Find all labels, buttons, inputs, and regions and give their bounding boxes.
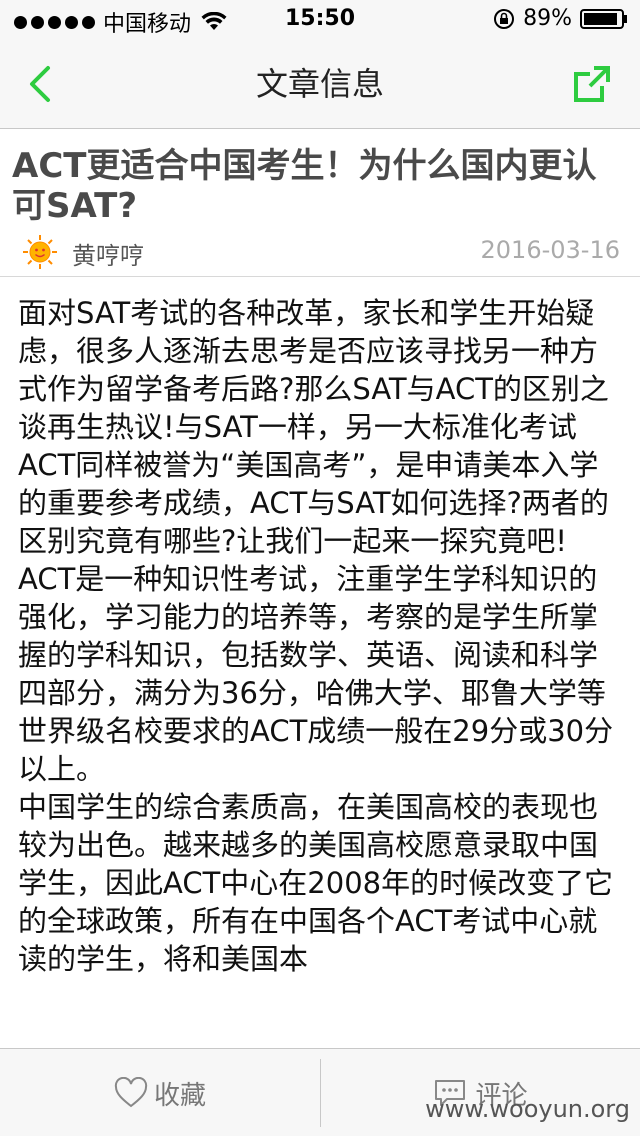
page-title: 文章信息 — [255, 65, 384, 103]
bottom-toolbar: 收藏 评论 www.wooyun.org — [0, 1048, 640, 1136]
article-paragraph: 中国学生的综合素质高，在美国高校的表现也较为出色。越来越多的美国高校愿意录取中国… — [18, 790, 614, 976]
navigation-bar: 文章信息 — [0, 40, 640, 129]
status-right: 89% — [493, 6, 628, 31]
favorite-label: 收藏 — [153, 1080, 206, 1111]
battery-icon — [580, 8, 627, 29]
status-bar: 中国移动 15:50 89% — [0, 0, 640, 40]
article-paragraph: ACT是一种知识性考试，注重学生学科知识的强化，学习能力的培养等，考察的是学生所… — [18, 562, 614, 786]
battery-percent: 89% — [523, 6, 572, 31]
article-body: 面对SAT考试的各种改革，家长和学生开始疑虑，很多人逐渐去思考是否应该寻找另一种… — [18, 294, 622, 978]
heart-icon — [114, 1077, 148, 1108]
screen: 中国移动 15:50 89% 文章信息 ACT更适合中国考生！为什么国内更认可S… — [0, 0, 640, 1136]
article-paragraph: 面对SAT考试的各种改革，家长和学生开始疑虑，很多人逐渐去思考是否应该寻找另一种… — [18, 296, 609, 558]
publish-date: 2016-03-16 — [480, 236, 620, 264]
watermark: www.wooyun.org — [425, 1095, 630, 1123]
author-name[interactable]: 黄哼哼 — [72, 236, 144, 271]
sun-avatar-icon — [23, 235, 57, 269]
favorite-button[interactable]: 收藏 — [0, 1049, 320, 1136]
rotation-lock-icon — [494, 8, 515, 29]
article-meta: 黄哼哼 2016-03-16 — [0, 232, 640, 277]
article-title: ACT更适合中国考生！为什么国内更认可SAT? — [12, 146, 597, 226]
share-icon[interactable] — [572, 64, 612, 104]
